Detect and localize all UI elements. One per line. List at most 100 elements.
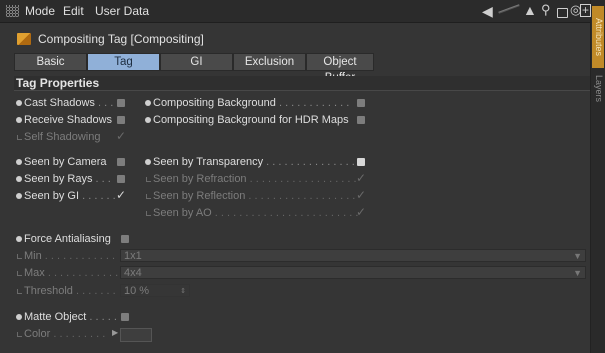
force-aa-label: Force Antialiasing bbox=[24, 233, 111, 245]
seen-ao-label: Seen by AO . . . . . . . . . . . . . . .… bbox=[153, 207, 359, 219]
seen-reflection-row: Seen by Reflection . . . . . . . . . . .… bbox=[143, 188, 373, 203]
comp-bg-row: Compositing Background . . . . . . . . .… bbox=[143, 96, 373, 110]
stepper-icon: ⇕ bbox=[180, 288, 186, 295]
seen-camera-row: Seen by Camera bbox=[14, 155, 134, 169]
self-shadowing-checkbox[interactable]: ✓ bbox=[116, 129, 126, 143]
aa-max-label: Max . . . . . . . . . . . . bbox=[24, 267, 119, 279]
comp-bg-checkbox[interactable] bbox=[357, 99, 365, 107]
menu-bar: Mode Edit User Data ◀ ▲ ⚲ ◎ + bbox=[0, 0, 591, 23]
aa-max-dropdown[interactable]: 4x4 ▼ bbox=[120, 266, 586, 279]
compositing-tag-icon bbox=[17, 33, 31, 45]
matte-color-row: Color . . . . . . . . . ▶ bbox=[14, 326, 214, 342]
panel-grip-icon[interactable] bbox=[6, 5, 19, 17]
aa-min-label: Min . . . . . . . . . . . . bbox=[24, 250, 116, 262]
aa-max-value: 4x4 bbox=[124, 267, 142, 279]
animate-dot-icon[interactable] bbox=[145, 100, 151, 106]
disabled-marker-icon bbox=[146, 177, 151, 182]
disabled-marker-icon bbox=[17, 271, 22, 276]
seen-refraction-checkbox[interactable]: ✓ bbox=[356, 171, 366, 185]
disabled-marker-icon bbox=[146, 211, 151, 216]
cast-shadows-label: Cast Shadows . . . bbox=[24, 97, 114, 109]
self-shadowing-label: Self Shadowing bbox=[24, 131, 101, 143]
seen-reflection-label: Seen by Reflection . . . . . . . . . . .… bbox=[153, 190, 356, 202]
menu-user-data[interactable]: User Data bbox=[95, 4, 149, 18]
up-arrow-icon[interactable]: ▲ bbox=[523, 3, 537, 17]
seen-rays-row: Seen by Rays . . . bbox=[14, 172, 134, 186]
seen-camera-checkbox[interactable] bbox=[117, 158, 125, 166]
seen-gi-row: Seen by GI . . . . . . ✓ bbox=[14, 188, 134, 203]
disabled-marker-icon bbox=[17, 135, 22, 140]
force-aa-checkbox[interactable] bbox=[121, 235, 129, 243]
animate-dot-icon[interactable] bbox=[16, 117, 22, 123]
seen-ao-checkbox[interactable]: ✓ bbox=[356, 205, 366, 219]
side-tab-attributes[interactable]: Attributes bbox=[592, 6, 604, 68]
tab-exclusion[interactable]: Exclusion bbox=[233, 53, 306, 71]
receive-shadows-checkbox[interactable] bbox=[117, 116, 125, 124]
aa-max-row: Max . . . . . . . . . . . . 4x4 ▼ bbox=[14, 266, 590, 280]
chevron-down-icon: ▼ bbox=[573, 251, 582, 261]
side-tab-bar: Attributes Layers bbox=[591, 0, 605, 353]
aa-min-dropdown[interactable]: 1x1 ▼ bbox=[120, 249, 586, 262]
side-tab-layers[interactable]: Layers bbox=[592, 68, 604, 110]
disabled-marker-icon bbox=[17, 289, 22, 294]
seen-ao-row: Seen by AO . . . . . . . . . . . . . . .… bbox=[143, 205, 373, 220]
disabled-marker-icon bbox=[17, 254, 22, 259]
seen-rays-checkbox[interactable] bbox=[117, 175, 125, 183]
seen-transparency-checkbox[interactable] bbox=[357, 158, 365, 166]
seen-refraction-row: Seen by Refraction . . . . . . . . . . .… bbox=[143, 171, 373, 186]
aa-threshold-row: Threshold . . . . . . . 10 % ⇕ bbox=[14, 284, 214, 298]
seen-transparency-row: Seen by Transparency . . . . . . . . . .… bbox=[143, 155, 373, 169]
back-arrow-icon[interactable]: ◀ bbox=[482, 4, 493, 18]
seen-reflection-checkbox[interactable]: ✓ bbox=[356, 188, 366, 202]
comp-bg-hdr-label: Compositing Background for HDR Maps bbox=[153, 114, 349, 126]
animate-dot-icon[interactable] bbox=[16, 176, 22, 182]
history-divider bbox=[498, 4, 520, 14]
section-header: Tag Properties bbox=[14, 76, 590, 91]
receive-shadows-label: Receive Shadows bbox=[24, 114, 113, 126]
matte-object-row: Matte Object . . . . . bbox=[14, 310, 154, 324]
object-title: Compositing Tag [Compositing] bbox=[38, 32, 204, 46]
animate-dot-icon[interactable] bbox=[145, 117, 151, 123]
force-aa-row: Force Antialiasing bbox=[14, 232, 154, 246]
aa-min-value: 1x1 bbox=[124, 250, 142, 262]
disabled-marker-icon bbox=[146, 194, 151, 199]
animate-dot-icon[interactable] bbox=[16, 193, 22, 199]
new-panel-icon[interactable]: + bbox=[580, 4, 591, 17]
animate-dot-icon[interactable] bbox=[16, 159, 22, 165]
matte-object-label: Matte Object . . . . . bbox=[24, 311, 117, 323]
cast-shadows-checkbox[interactable] bbox=[117, 99, 125, 107]
tab-object-buffer[interactable]: Object Buffer bbox=[306, 53, 374, 84]
seen-gi-checkbox[interactable]: ✓ bbox=[116, 188, 126, 202]
seen-gi-label: Seen by GI . . . . . . bbox=[24, 190, 116, 202]
tab-tag[interactable]: Tag bbox=[87, 53, 160, 71]
tab-gi[interactable]: GI bbox=[160, 53, 233, 71]
aa-min-row: Min . . . . . . . . . . . . 1x1 ▼ bbox=[14, 249, 590, 263]
chevron-down-icon: ▼ bbox=[573, 268, 582, 278]
aa-threshold-value: 10 % bbox=[124, 285, 150, 297]
animate-dot-icon[interactable] bbox=[145, 159, 151, 165]
menu-edit[interactable]: Edit bbox=[63, 4, 84, 18]
menu-mode[interactable]: Mode bbox=[25, 4, 55, 18]
disabled-marker-icon bbox=[17, 332, 22, 337]
matte-object-checkbox[interactable] bbox=[121, 313, 129, 321]
expand-triangle-icon[interactable]: ▶ bbox=[112, 326, 118, 340]
comp-bg-hdr-row: Compositing Background for HDR Maps bbox=[143, 113, 373, 127]
section-title: Tag Properties bbox=[16, 76, 100, 90]
seen-rays-label: Seen by Rays . . . bbox=[24, 173, 111, 185]
comp-bg-label: Compositing Background . . . . . . . . .… bbox=[153, 97, 350, 109]
lock-icon[interactable] bbox=[557, 8, 568, 18]
aa-threshold-input[interactable]: 10 % ⇕ bbox=[120, 284, 190, 297]
cast-shadows-row: Cast Shadows . . . bbox=[14, 96, 134, 110]
receive-shadows-row: Receive Shadows bbox=[14, 113, 134, 127]
self-shadowing-row: Self Shadowing ✓ bbox=[14, 129, 134, 144]
matte-color-swatch[interactable] bbox=[120, 328, 152, 342]
seen-camera-label: Seen by Camera bbox=[24, 156, 107, 168]
attribute-manager: Mode Edit User Data ◀ ▲ ⚲ ◎ + Compositin… bbox=[0, 0, 591, 353]
seen-transparency-label: Seen by Transparency . . . . . . . . . .… bbox=[153, 156, 355, 168]
tab-basic[interactable]: Basic bbox=[14, 53, 87, 71]
animate-dot-icon[interactable] bbox=[16, 100, 22, 106]
comp-bg-hdr-checkbox[interactable] bbox=[357, 116, 365, 124]
search-icon[interactable]: ⚲ bbox=[541, 3, 551, 17]
animate-dot-icon[interactable] bbox=[16, 314, 22, 320]
animate-dot-icon[interactable] bbox=[16, 236, 22, 242]
